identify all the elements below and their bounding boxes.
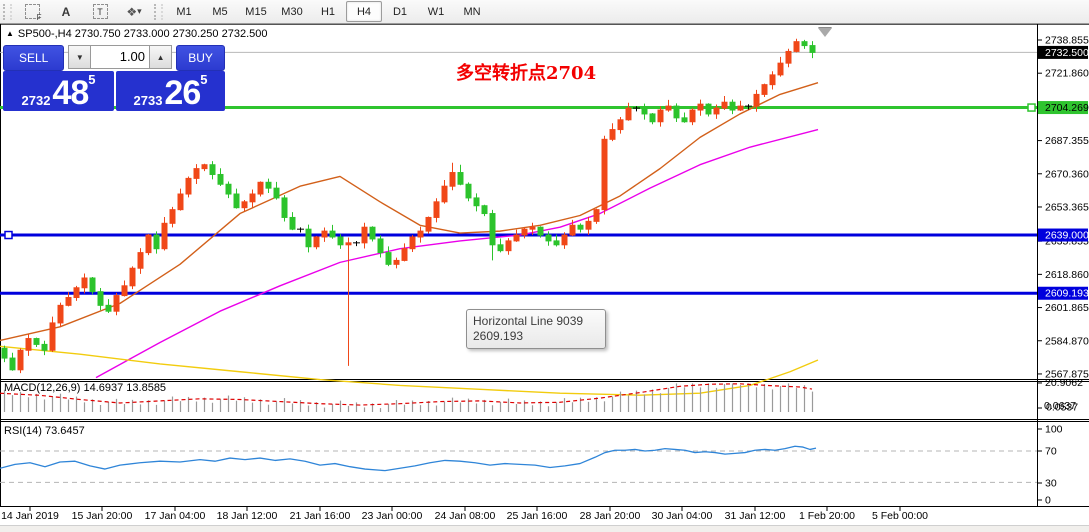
rsi-line [0, 445, 817, 472]
chart-ohlc-header: ▲ SP500-,H4 2730.750 2733.000 2730.250 27… [6, 28, 267, 40]
buy-price-prefix: 2733 [133, 93, 163, 108]
date-tick-label: 5 Feb 00:00 [872, 510, 928, 522]
arrows-icon: ❖ [126, 4, 137, 19]
buy-button[interactable]: BUY [176, 45, 225, 71]
date-tick-label: 24 Jan 08:00 [435, 510, 496, 522]
timeframe-h4[interactable]: H4 [346, 1, 382, 22]
date-tick-label: 17 Jan 04:00 [145, 510, 206, 522]
date-tick-label: 21 Jan 16:00 [290, 510, 351, 522]
chart-text-annotation[interactable]: 多空转折点2704 [456, 59, 596, 85]
tooltip-line1: Horizontal Line 9039 [473, 314, 584, 328]
buy-quote[interactable]: 2733 26 5 [116, 71, 225, 111]
price-tick-label: 2721.860 [1045, 68, 1089, 80]
macd-axis-top: 20.9062 [1045, 377, 1083, 389]
price-tick-label: 2687.355 [1045, 135, 1089, 147]
timeframe-mn[interactable]: MN [454, 1, 490, 22]
fibonacci-tool-button[interactable]: F [15, 1, 49, 22]
timeframe-m15[interactable]: M15 [238, 1, 274, 22]
one-click-trading-panel: SELL ▼ 1.00 ▲ BUY 2732 48 5 2733 26 5 [3, 45, 225, 111]
price-tick-label: 2653.365 [1045, 201, 1089, 213]
price-tick-label: 2670.360 [1045, 168, 1089, 180]
toolbar: F A T ❖ ▾ M1 M5 M15 M30 H1 H4 D1 W1 MN [0, 0, 1089, 24]
timeframe-m30[interactable]: M30 [274, 1, 310, 22]
price-label-text: 2609.193 [1045, 288, 1089, 300]
sell-quote[interactable]: 2732 48 5 [3, 71, 114, 111]
toolbar-grip[interactable] [154, 3, 163, 20]
volume-increase-button[interactable]: ▲ [150, 45, 173, 69]
sell-price-prefix: 2732 [21, 93, 51, 108]
volume-input[interactable]: 1.00 [90, 45, 151, 69]
chevron-down-icon[interactable]: ▾ [137, 6, 142, 17]
date-tick-label: 15 Jan 20:00 [72, 510, 133, 522]
timeframe-d1[interactable]: D1 [382, 1, 418, 22]
text-tool-button[interactable]: T [83, 1, 117, 22]
rsi-indicator-label: RSI(14) 73.6457 [4, 425, 85, 437]
toolbar-grip[interactable] [3, 3, 12, 20]
price-label-text: 2704.269 [1045, 102, 1089, 114]
date-tick-label: 23 Jan 00:00 [362, 510, 423, 522]
price-tick-label: 2584.870 [1045, 335, 1089, 347]
text-label-tool-button[interactable]: A [49, 1, 83, 22]
price-label-text: 2732.500 [1045, 47, 1089, 59]
rsi-axis-label: 30 [1045, 478, 1057, 490]
line-handle[interactable] [4, 230, 13, 240]
timeframe-m1[interactable]: M1 [166, 1, 202, 22]
hline-tooltip: Horizontal Line 9039 2609.193 [466, 309, 606, 349]
date-tick-label: 28 Jan 20:00 [580, 510, 641, 522]
timeframe-m5[interactable]: M5 [202, 1, 238, 22]
sell-price-main: 48 [52, 74, 89, 112]
macd-axis-bottom: 0.0537 [1046, 402, 1078, 414]
line-handle[interactable] [1027, 103, 1036, 112]
price-label-text: 2639.000 [1045, 230, 1089, 242]
mt4-window: F A T ❖ ▾ M1 M5 M15 M30 H1 H4 D1 W1 MN ▲… [0, 0, 1089, 532]
fibonacci-icon: F [24, 4, 42, 22]
timeframe-h1[interactable]: H1 [310, 1, 346, 22]
macd-indicator-label: MACD(12,26,9) 14.6937 13.8585 [4, 382, 167, 394]
price-tick-label: 2601.865 [1045, 302, 1089, 314]
date-tick-label: 31 Jan 12:00 [725, 510, 786, 522]
date-tick-label: 25 Jan 16:00 [507, 510, 568, 522]
collapse-panel-icon[interactable]: ▲ [6, 29, 14, 38]
date-tick-label: 18 Jan 12:00 [217, 510, 278, 522]
volume-decrease-button[interactable]: ▼ [68, 45, 91, 69]
text-icon: T [92, 4, 108, 19]
buy-price-pip: 5 [200, 72, 208, 87]
chart-title: SP500-,H4 2730.750 2733.000 2730.250 273… [17, 28, 268, 40]
tooltip-line2: 2609.193 [473, 329, 524, 343]
rsi-axis-label: 70 [1045, 446, 1057, 458]
sell-button[interactable]: SELL [3, 45, 65, 71]
down-arrow-icon [818, 28, 832, 37]
price-tick-label: 2618.860 [1045, 269, 1089, 281]
buy-price-main: 26 [164, 74, 201, 112]
rsi-axis-label: 100 [1045, 424, 1063, 436]
date-tick-label: 14 Jan 2019 [1, 510, 59, 522]
rsi-axis-label: 0 [1045, 495, 1051, 507]
status-strip [0, 525, 1089, 532]
price-tick-label: 2738.855 [1045, 35, 1089, 47]
date-tick-label: 30 Jan 04:00 [652, 510, 713, 522]
date-tick-label: 1 Feb 20:00 [799, 510, 855, 522]
text-label-icon: A [61, 4, 71, 19]
arrows-tool-button[interactable]: ❖ ▾ [117, 1, 151, 22]
timeframe-w1[interactable]: W1 [418, 1, 454, 22]
sell-price-pip: 5 [88, 72, 96, 87]
